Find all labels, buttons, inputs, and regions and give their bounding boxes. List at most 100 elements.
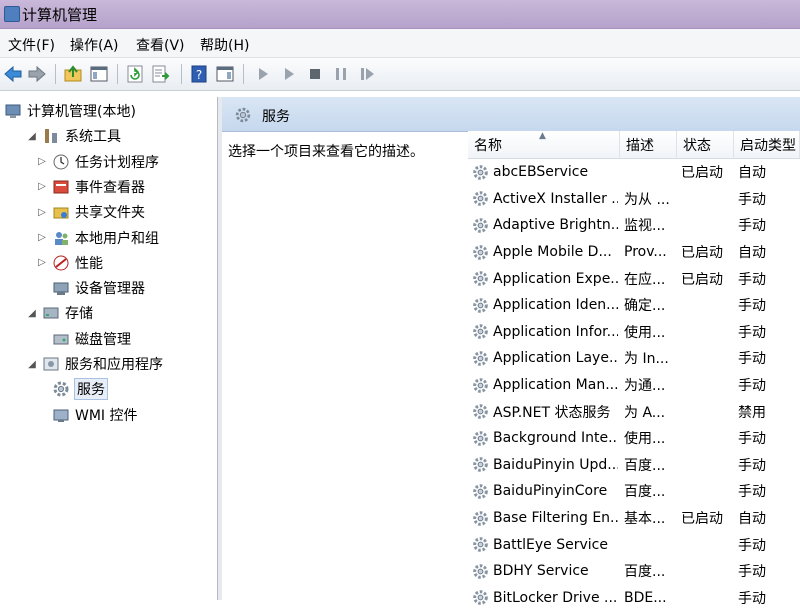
menu-view[interactable]: 查看(V) [136,35,185,55]
expanded-arrow-icon[interactable]: ◢ [26,358,38,370]
table-row[interactable]: BaiduPinyinCore 百度... 手动 [468,478,800,505]
tree-node-label: 服务和应用程序 [65,357,163,373]
column-header-name[interactable]: 名称 ▲ [468,131,620,159]
tree-node[interactable]: ▷ 本地用户和组 [36,226,159,250]
table-row[interactable]: BaiduPinyin Upd... 百度... 手动 [468,452,800,479]
table-row[interactable]: BDHY Service 百度... 手动 [468,558,800,585]
table-row[interactable]: Application Iden... 确定... 手动 [468,292,800,319]
table-row[interactable]: BitLocker Drive ... BDE... 手动 [468,585,800,611]
tree-node[interactable]: ◢ 存储 [26,301,93,325]
collapsed-arrow-icon[interactable]: ▷ [36,156,48,168]
collapsed-arrow-icon[interactable]: ▷ [36,257,48,269]
service-gear-icon [473,430,488,446]
services-apps-icon [43,357,59,371]
service-status-cell [681,186,735,213]
table-row[interactable]: Base Filtering En... 基本... 已启动 自动 [468,505,800,532]
table-row[interactable]: Application Expe... 在应... 已启动 手动 [468,265,800,292]
column-header-label: 名称 [474,137,502,154]
forward-arrow-icon[interactable] [27,64,47,84]
service-status-cell [681,478,735,505]
menu-action[interactable]: 操作(A) [70,35,119,55]
tree-node-label: 存储 [65,306,93,323]
help-icon[interactable]: ? [189,64,209,84]
service-gear-icon [473,218,488,233]
service-gear-icon [473,164,488,180]
service-startup-type: 自动 [738,511,766,528]
table-row[interactable]: abcEBService 已启动 自动 [468,159,800,186]
service-startup-type-cell: 手动 [738,319,798,346]
table-row[interactable]: ActiveX Installer ... 为从 ... 手动 [468,186,800,213]
start-service-alt-icon[interactable] [279,64,299,84]
back-arrow-icon[interactable] [3,64,23,84]
expanded-arrow-icon[interactable]: ◢ [26,130,38,142]
pause-service-icon[interactable] [331,64,351,84]
service-description: 使用... [624,431,666,448]
service-description: 百度... [624,564,666,581]
tree-node[interactable]: ▷ 事件查看器 [36,175,145,199]
table-row[interactable]: Application Infor... 使用... 手动 [468,319,800,346]
service-gear-icon [473,457,488,473]
table-row[interactable]: BattlEye Service 手动 [468,531,800,558]
expanded-arrow-icon[interactable]: ◢ [26,307,38,319]
action-pane-icon[interactable] [215,64,235,84]
tree-node[interactable]: 计算机管理(本地) [4,99,136,123]
table-row[interactable]: Apple Mobile D... Prov... 已启动 自动 [468,239,800,266]
table-row[interactable]: Application Laye... 为 In... 手动 [468,345,800,372]
service-startup-type: 手动 [738,298,766,315]
service-gear-icon [473,563,488,579]
service-name: BitLocker Drive ... [493,589,618,606]
service-startup-type: 手动 [738,484,766,501]
service-description: 百度... [624,457,666,474]
tree-node[interactable]: ▷ 任务计划程序 [36,150,159,174]
tree-node[interactable]: ▷ 性能 [36,251,103,275]
table-row[interactable]: ASP.NET 状态服务为 A... 禁用 [468,398,800,425]
service-name-cell: abcEBService [472,159,618,186]
table-row[interactable]: Adaptive Brightn... 监视... 手动 [468,212,800,239]
service-status-cell [681,345,735,372]
menu-help[interactable]: 帮助(H) [200,35,249,55]
tree-node[interactable]: WMI 控件 [36,403,138,427]
service-gear-icon [473,537,488,552]
service-description: 在应... [624,271,666,288]
service-description-cell: 为从 ... [624,186,676,213]
service-name-cell: Application Laye... [472,345,618,372]
export-list-icon[interactable] [151,64,171,84]
service-name-cell: Base Filtering En... [472,505,618,532]
service-startup-type-cell: 手动 [738,345,798,372]
start-service-icon[interactable] [253,64,273,84]
service-description-cell: 为通... [624,372,676,399]
service-description: 为 In... [624,351,669,368]
resume-service-icon[interactable] [357,64,377,84]
service-name: ActiveX Installer ... [493,190,618,207]
up-folder-icon[interactable] [63,64,83,84]
disk-icon [53,334,69,345]
tree-node[interactable]: 设备管理器 [36,276,145,300]
tree-node[interactable]: 磁盘管理 [36,327,131,351]
column-header-status[interactable]: 状态 [677,131,734,159]
refresh-icon[interactable] [125,64,145,84]
table-row[interactable]: Application Man... 为通... 手动 [468,372,800,399]
sort-ascending-icon: ▲ [539,131,546,141]
tree-node-label: 共享文件夹 [75,205,145,222]
shared-folder-icon [53,207,69,219]
service-gear-icon [473,351,488,366]
tree-node[interactable]: 服务 [36,377,108,401]
collapsed-arrow-icon[interactable]: ▷ [36,232,48,244]
show-hide-tree-icon[interactable] [89,64,109,84]
stop-service-icon[interactable] [305,64,325,84]
services-pane: 服务 选择一个项目来查看它的描述。 名称 ▲ 描述 状态 启动类型 abcEBS… [222,97,800,607]
column-header-startup-type[interactable]: 启动类型 [734,131,800,159]
service-description: Prov... [624,244,667,261]
table-row[interactable]: Background Inte... 使用... 手动 [468,425,800,452]
service-gear-icon [473,191,488,207]
collapsed-arrow-icon[interactable]: ▷ [36,206,48,218]
tree-node-label: 性能 [75,255,103,272]
collapsed-arrow-icon[interactable]: ▷ [36,181,48,193]
column-header-description[interactable]: 描述 [620,131,677,159]
tree-node[interactable]: ◢ 服务和应用程序 [26,352,163,376]
service-name-cell: Adaptive Brightn... [472,212,618,239]
service-status-cell [681,452,735,479]
menu-file[interactable]: 文件(F) [8,35,55,55]
tree-node[interactable]: ◢ 系统工具 [26,124,121,148]
tree-node[interactable]: ▷ 共享文件夹 [36,200,145,224]
